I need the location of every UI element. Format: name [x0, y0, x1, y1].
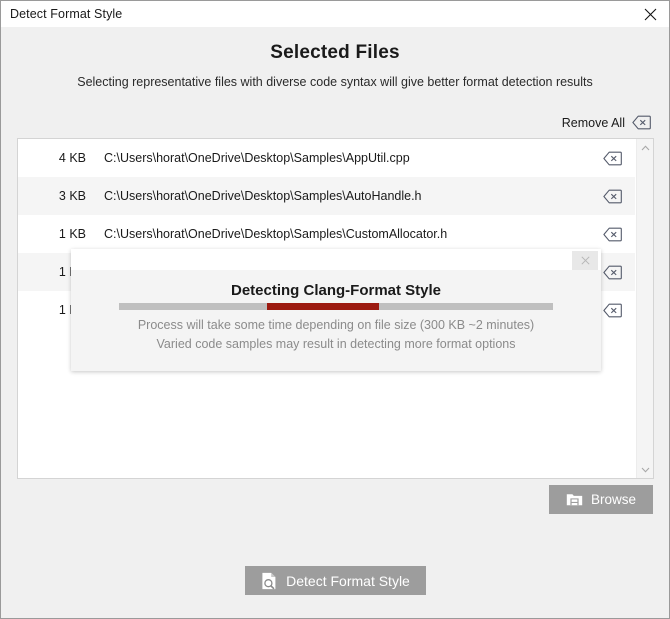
folder-icon — [566, 494, 583, 506]
progress-note-line-1: Process will take some time depending on… — [137, 318, 535, 332]
chevron-up-icon — [641, 144, 650, 150]
table-row[interactable]: 3 KB C:\Users\horat\OneDrive\Desktop\Sam… — [18, 177, 635, 215]
backspace-delete-icon — [602, 151, 622, 165]
detect-format-style-window: Detect Format Style Selected Files Selec… — [0, 0, 670, 619]
progress-note-line-2: Varied code samples may result in detect… — [156, 337, 516, 351]
backspace-delete-icon — [632, 115, 651, 130]
window-titlebar: Detect Format Style — [1, 1, 669, 27]
document-search-icon — [262, 572, 276, 589]
file-path: C:\Users\horat\OneDrive\Desktop\Samples\… — [104, 151, 410, 165]
file-list-scrollbar[interactable] — [636, 139, 653, 478]
page-title: Selected Files — [270, 42, 400, 63]
browse-label: Browse — [590, 492, 636, 507]
browse-button[interactable]: Browse — [549, 485, 653, 514]
table-row[interactable]: 4 KB C:\Users\horat\OneDrive\Desktop\Sam… — [18, 139, 635, 177]
file-path: C:\Users\horat\OneDrive\Desktop\Samples\… — [104, 189, 422, 203]
detect-format-style-label: Detect Format Style — [286, 572, 410, 589]
progress-dialog: Detecting Clang-Format Style Process wil… — [71, 249, 601, 371]
scroll-up-button[interactable] — [637, 139, 653, 156]
backspace-delete-icon — [602, 265, 622, 279]
file-size: 3 KB — [58, 189, 86, 203]
remove-file-button[interactable] — [589, 151, 635, 166]
progress-dialog-close-button[interactable] — [572, 251, 598, 270]
remove-file-button[interactable] — [589, 227, 635, 242]
chevron-down-icon — [641, 467, 650, 473]
close-icon — [580, 256, 590, 265]
window-title: Detect Format Style — [10, 7, 123, 21]
file-path: C:\Users\horat\OneDrive\Desktop\Samples\… — [104, 227, 448, 241]
remove-file-button[interactable] — [589, 189, 635, 204]
file-size: 1 KB — [58, 227, 86, 241]
scroll-down-button[interactable] — [637, 461, 653, 478]
backspace-delete-icon — [602, 189, 622, 203]
remove-all-label: Remove All — [561, 115, 625, 130]
progress-bar-track — [119, 303, 553, 310]
progress-bar-fill — [266, 303, 380, 310]
detect-format-style-button[interactable]: Detect Format Style — [245, 566, 426, 595]
progress-dialog-title: Detecting Clang-Format Style — [230, 282, 442, 299]
scrollbar-track[interactable] — [637, 156, 653, 461]
window-close-button[interactable] — [635, 3, 665, 25]
progress-dialog-titlebar — [71, 249, 601, 270]
table-row[interactable]: 1 KB C:\Users\horat\OneDrive\Desktop\Sam… — [18, 215, 635, 253]
file-size: 4 KB — [58, 151, 86, 165]
backspace-delete-icon — [602, 227, 622, 241]
page-header: Selected Files Selecting representative … — [1, 27, 669, 89]
page-subtitle: Selecting representative files with dive… — [77, 75, 593, 89]
remove-all-button[interactable]: Remove All — [562, 115, 651, 130]
backspace-delete-icon — [602, 303, 622, 317]
close-icon — [644, 8, 656, 20]
